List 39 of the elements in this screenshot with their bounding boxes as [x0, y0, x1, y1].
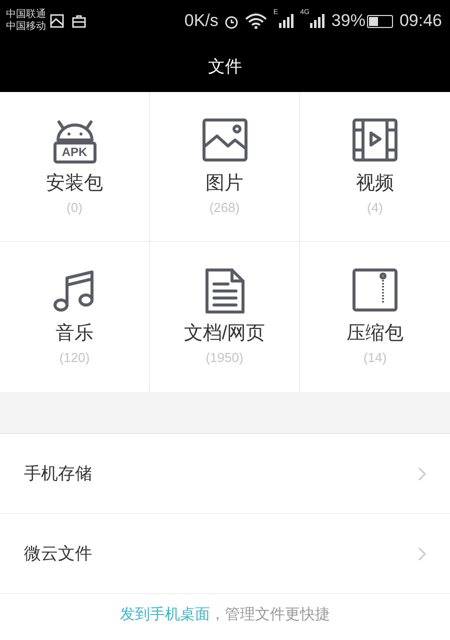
signal-icon — [278, 14, 294, 28]
category-tile[interactable]: 压缩包 (14) — [300, 242, 450, 392]
carrier-name: 中国移动 — [6, 21, 46, 33]
file-count: (1950) — [206, 349, 244, 367]
video-icon — [352, 118, 398, 164]
wifi-icon — [245, 13, 268, 29]
battery-icon — [367, 14, 394, 28]
carrier-name: 中国联通 — [6, 9, 46, 20]
zip-archive-icon — [352, 268, 398, 314]
storage-label: 微云文件 — [24, 542, 93, 565]
picture-icon — [50, 14, 64, 28]
storage-list-item[interactable]: 微云文件 — [0, 514, 450, 594]
category-tile[interactable]: 图片 (268) — [150, 92, 300, 242]
chevron-right-icon — [418, 546, 426, 560]
file-count: (268) — [209, 199, 240, 217]
category-label: 视频 — [356, 172, 394, 196]
image-icon — [202, 118, 248, 164]
page-title: 文件 — [208, 56, 242, 78]
battery-percentage: 39% — [331, 10, 366, 32]
clock: 09:46 — [399, 10, 442, 32]
storage-label: 手机存储 — [24, 462, 93, 485]
footer-hint: 发到手机桌面，管理文件更快捷 — [120, 605, 330, 625]
network-speed: 0K/s — [184, 10, 218, 32]
category-label: 文档/网页 — [184, 322, 266, 346]
briefcase-icon — [72, 14, 86, 28]
category-label: 安装包 — [46, 172, 103, 196]
storage-list-item[interactable]: 手机存储 — [0, 434, 450, 514]
file-count: (14) — [363, 349, 387, 367]
category-label: 压缩包 — [346, 322, 404, 346]
chevron-right-icon — [418, 466, 426, 480]
file-count: (0) — [66, 199, 82, 217]
category-label: 图片 — [206, 172, 244, 196]
file-count: (4) — [367, 199, 383, 217]
signal-icon — [309, 14, 326, 28]
category-tile[interactable]: APK 安装包 (0) — [0, 92, 150, 242]
alarm-icon — [224, 14, 240, 28]
file-count: (120) — [59, 349, 90, 367]
category-label: 音乐 — [56, 322, 94, 346]
category-tile[interactable]: 视频 (4) — [300, 92, 450, 242]
